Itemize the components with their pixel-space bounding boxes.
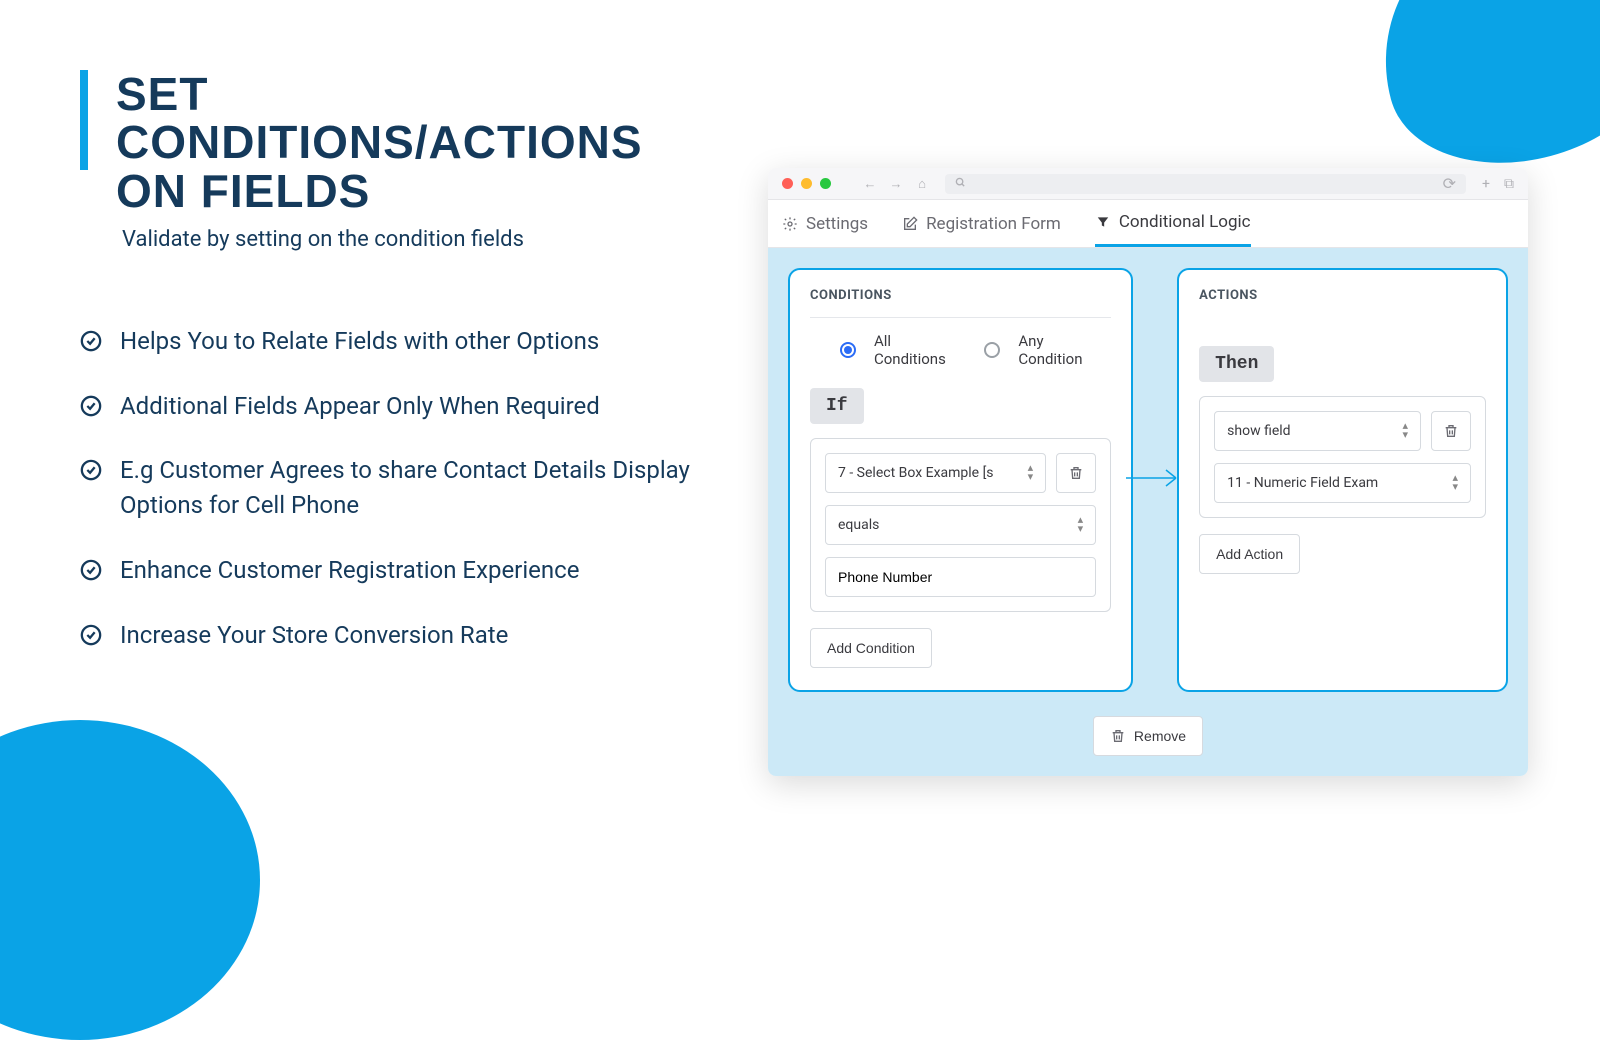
reload-icon[interactable]: ⟳ (1443, 174, 1456, 193)
maximize-dot-icon[interactable] (820, 178, 831, 189)
home-icon[interactable]: ⌂ (915, 177, 929, 191)
window-controls[interactable] (782, 178, 831, 189)
select-arrows-icon: ▴▾ (1402, 422, 1408, 440)
bullet-text: Additional Fields Appear Only When Requi… (120, 389, 600, 424)
button-label: Remove (1134, 728, 1186, 744)
add-action-button[interactable]: Add Action (1199, 534, 1300, 574)
browser-chrome: ← → ⌂ ⟳ + ⧉ (768, 168, 1528, 200)
trash-icon (1443, 423, 1459, 439)
delete-condition-button[interactable] (1056, 453, 1096, 493)
app-window: ← → ⌂ ⟳ + ⧉ Settings Registration Form (768, 168, 1528, 776)
feature-bullet: Additional Fields Appear Only When Requi… (80, 389, 720, 424)
tab-bar: Settings Registration Form Conditional L… (768, 200, 1528, 248)
check-circle-icon (80, 395, 102, 417)
divider (810, 317, 1111, 318)
action-target-select[interactable]: 11 - Numeric Field Exam ▴▾ (1214, 463, 1471, 503)
decorative-blob-bottom (0, 720, 260, 1040)
bullet-text: Helps You to Relate Fields with other Op… (120, 324, 599, 359)
feature-bullet: Increase Your Store Conversion Rate (80, 618, 720, 653)
condition-field-select[interactable]: 7 - Select Box Example [s ▴▾ (825, 453, 1046, 493)
select-arrows-icon: ▴▾ (1452, 474, 1458, 492)
check-circle-icon (80, 330, 102, 352)
select-value: show field (1227, 423, 1290, 439)
tab-label: Settings (806, 214, 868, 234)
feature-bullet: Helps You to Relate Fields with other Op… (80, 324, 720, 359)
button-label: Add Action (1216, 546, 1283, 562)
then-badge: Then (1199, 346, 1274, 382)
radio-label: Any Condition (1018, 332, 1111, 368)
select-arrows-icon: ▴▾ (1078, 516, 1084, 534)
feature-bullet: Enhance Customer Registration Experience (80, 553, 720, 588)
check-circle-icon (80, 459, 102, 481)
back-icon[interactable]: ← (863, 177, 877, 191)
tab-label: Conditional Logic (1119, 212, 1251, 232)
forward-icon[interactable]: → (889, 177, 903, 191)
tab-settings[interactable]: Settings (782, 200, 868, 247)
button-label: Add Condition (827, 640, 915, 656)
select-arrows-icon: ▴▾ (1028, 464, 1034, 482)
filter-icon (1095, 214, 1111, 230)
page-subtitle: Validate by setting on the condition fie… (122, 227, 720, 252)
select-value: 7 - Select Box Example [s (838, 465, 994, 481)
conditions-title: CONDITIONS (810, 288, 1111, 303)
conditions-card: CONDITIONS All Conditions Any Condition … (788, 268, 1133, 692)
check-circle-icon (80, 559, 102, 581)
delete-action-button[interactable] (1431, 411, 1471, 451)
feature-bullet: E.g Customer Agrees to share Contact Det… (80, 453, 720, 523)
trash-icon (1068, 465, 1084, 481)
search-icon (955, 177, 966, 191)
title-accent-bar (80, 70, 88, 170)
bullet-text: Increase Your Store Conversion Rate (120, 618, 508, 653)
condition-operator-select[interactable]: equals ▴▾ (825, 505, 1096, 545)
condition-value-input[interactable] (825, 557, 1096, 597)
radio-label: All Conditions (874, 332, 966, 368)
decorative-blob-top (1354, 0, 1600, 192)
bullet-text: E.g Customer Agrees to share Contact Det… (120, 453, 720, 523)
add-condition-button[interactable]: Add Condition (810, 628, 932, 668)
actions-card: ACTIONS Then show field ▴▾ 11 - Nu (1177, 268, 1508, 692)
url-bar[interactable]: ⟳ (945, 174, 1466, 194)
tab-registration-form[interactable]: Registration Form (902, 200, 1061, 247)
tab-label: Registration Form (926, 214, 1061, 234)
remove-button[interactable]: Remove (1093, 716, 1203, 756)
gear-icon (782, 216, 798, 232)
tab-conditional-logic[interactable]: Conditional Logic (1095, 200, 1251, 247)
feature-bullet-list: Helps You to Relate Fields with other Op… (80, 324, 720, 653)
trash-icon (1110, 728, 1126, 744)
check-circle-icon (80, 624, 102, 646)
select-value: equals (838, 517, 879, 533)
close-dot-icon[interactable] (782, 178, 793, 189)
page-title: SET CONDITIONS/ACTIONS ON FIELDS (116, 70, 720, 215)
new-tab-icon[interactable]: + (1482, 176, 1490, 192)
action-rule: show field ▴▾ 11 - Numeric Field Exam ▴▾ (1199, 396, 1486, 518)
tabs-icon[interactable]: ⧉ (1504, 176, 1514, 192)
condition-rule: 7 - Select Box Example [s ▴▾ equals ▴▾ (810, 438, 1111, 612)
actions-title: ACTIONS (1199, 288, 1486, 303)
edit-icon (902, 216, 918, 232)
radio-any-condition[interactable] (984, 342, 1000, 358)
minimize-dot-icon[interactable] (801, 178, 812, 189)
bullet-text: Enhance Customer Registration Experience (120, 553, 579, 588)
if-badge: If (810, 388, 864, 424)
radio-all-conditions[interactable] (840, 342, 856, 358)
select-value: 11 - Numeric Field Exam (1227, 475, 1378, 491)
action-type-select[interactable]: show field ▴▾ (1214, 411, 1421, 451)
